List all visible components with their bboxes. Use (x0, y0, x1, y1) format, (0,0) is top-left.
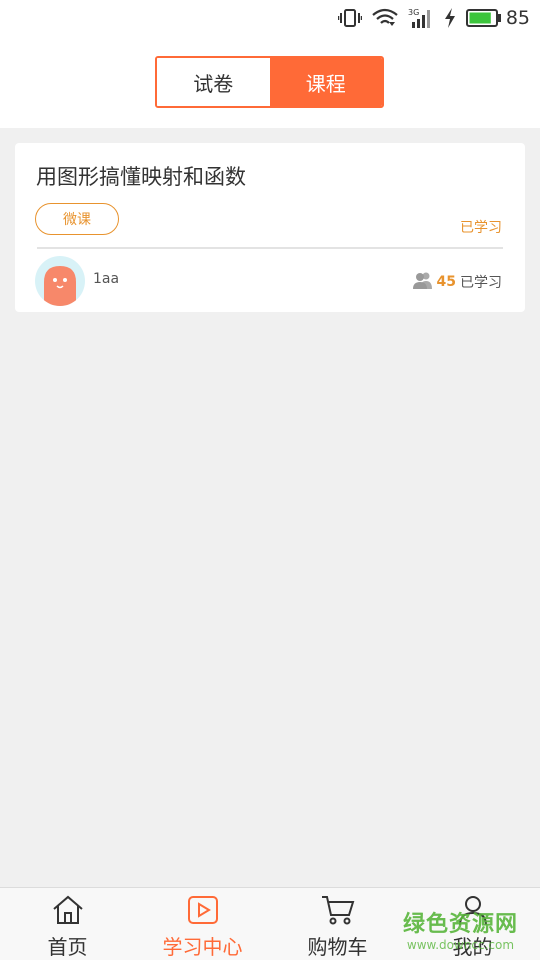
header: 试卷 课程 (0, 36, 540, 128)
tab-exam[interactable]: 试卷 (157, 58, 270, 106)
battery-icon (465, 9, 502, 27)
course-title: 用图形搞懂映射和函数 (36, 165, 246, 189)
battery-indicator: 85 (465, 7, 530, 29)
course-card[interactable]: 用图形搞懂映射和函数 微课 已学习 1aa 45 已学习 (15, 143, 525, 312)
charging-icon (444, 8, 456, 28)
tab-cart[interactable]: 购物车 (270, 888, 405, 960)
avatar (35, 256, 85, 306)
battery-level: 85 (505, 7, 530, 29)
study-status: 已学习 (460, 220, 502, 236)
bottom-tab-bar: 首页 学习中心 购物车 我的 (0, 887, 540, 960)
user-icon (457, 895, 489, 929)
tab-profile[interactable]: 我的 (405, 888, 540, 960)
tab-home[interactable]: 首页 (0, 888, 135, 960)
tab-learning-center-label: 学习中心 (162, 935, 243, 959)
divider (37, 247, 503, 249)
home-icon (52, 895, 84, 929)
wifi-icon (372, 8, 398, 28)
tab-learning-center[interactable]: 学习中心 (135, 888, 270, 960)
signal-3g-icon: 3G (408, 7, 434, 29)
learner-count: 45 已学习 (412, 271, 502, 293)
tab-profile-label: 我的 (452, 935, 493, 959)
people-icon (412, 271, 433, 293)
vibrate-icon (337, 8, 362, 28)
tab-course[interactable]: 课程 (269, 58, 382, 106)
cart-icon (321, 895, 355, 929)
play-icon (187, 895, 219, 929)
status-bar: 3G 85 (0, 0, 540, 36)
tab-home-label: 首页 (47, 935, 88, 959)
author-name: 1aa (93, 271, 120, 287)
learner-number: 45 (436, 274, 456, 290)
learner-suffix: 已学习 (460, 275, 502, 291)
course-type-badge: 微课 (35, 203, 119, 235)
svg-text:3G: 3G (408, 8, 419, 17)
tab-cart-label: 购物车 (307, 935, 368, 959)
segmented-control: 试卷 课程 (155, 56, 384, 108)
